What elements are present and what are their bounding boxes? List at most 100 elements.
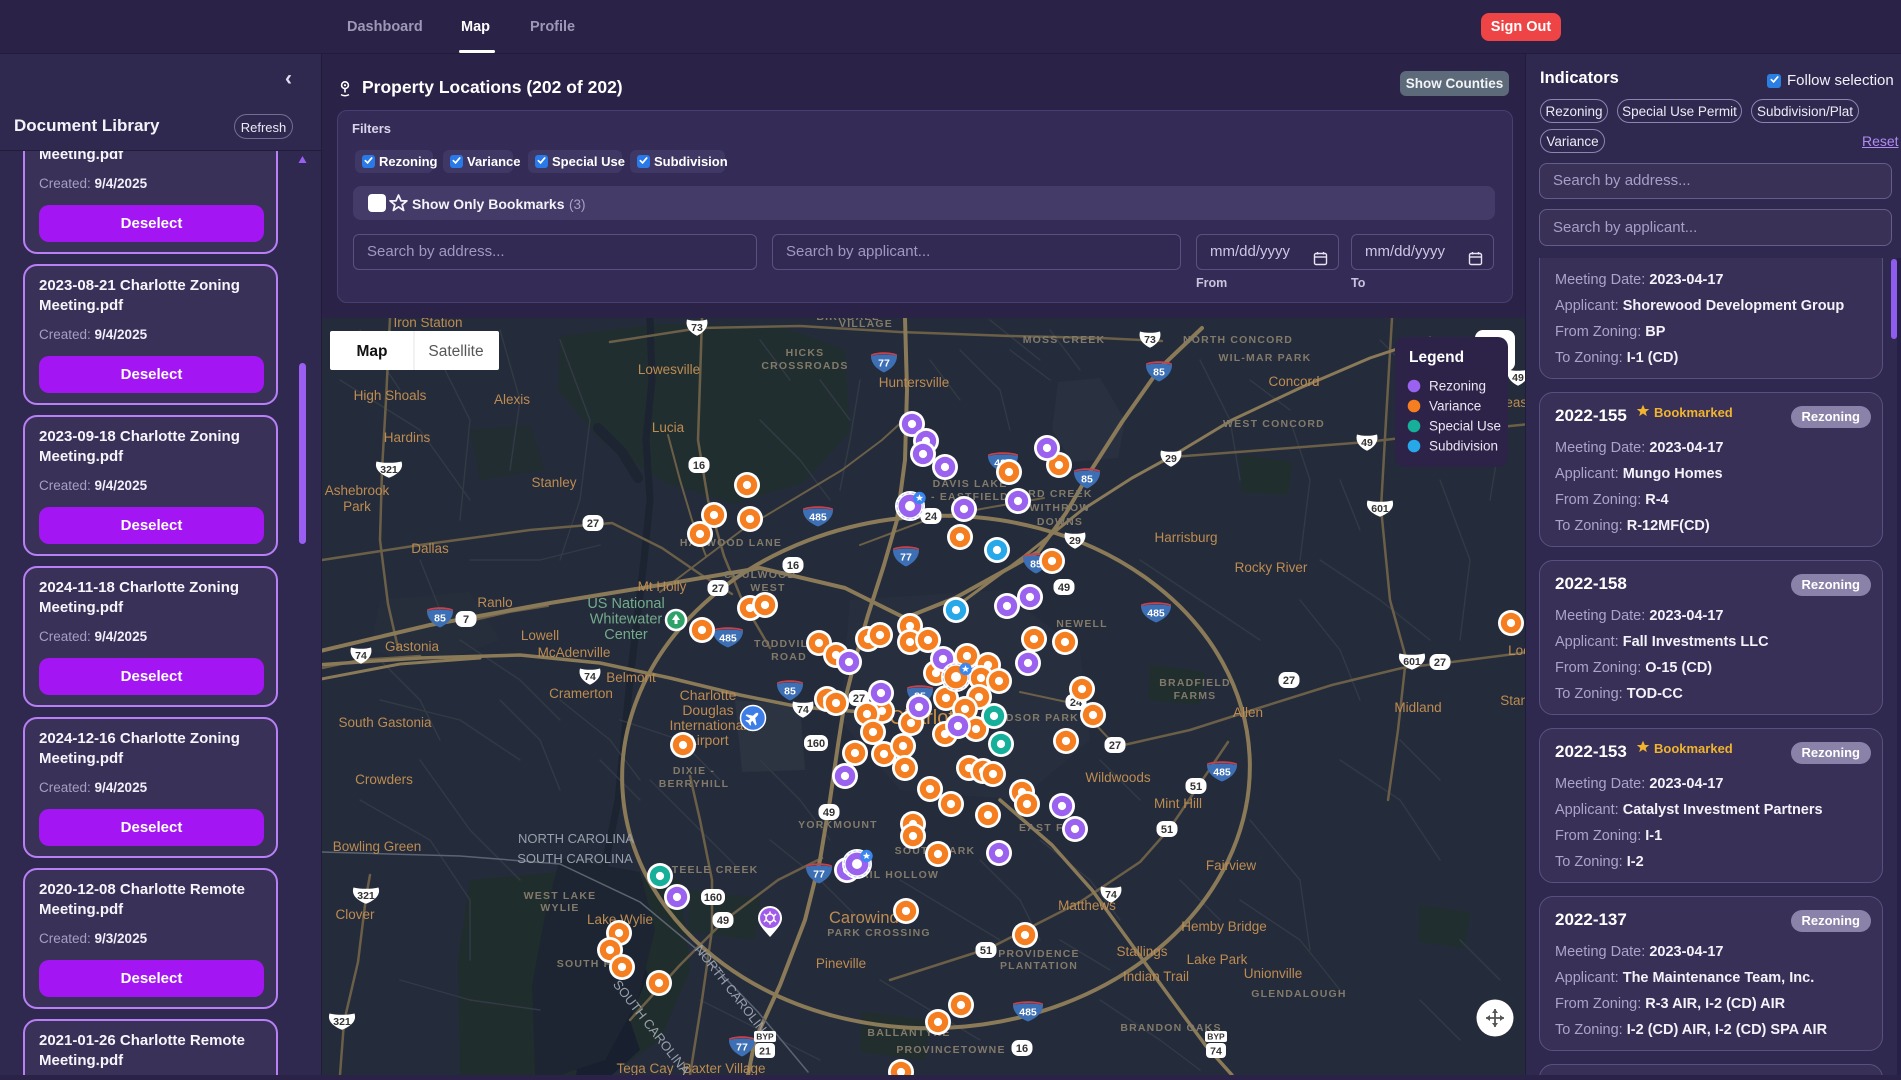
svg-text:Alexis: Alexis — [494, 392, 530, 407]
svg-text:PARK CROSSING: PARK CROSSING — [827, 927, 931, 939]
svg-text:Special Use: Special Use — [1429, 419, 1501, 434]
svg-text:29: 29 — [1165, 453, 1177, 465]
svg-text:BRADFIELD: BRADFIELD — [1159, 677, 1230, 689]
svg-text:49: 49 — [1512, 372, 1524, 384]
svg-text:74: 74 — [584, 671, 596, 683]
svg-text:85: 85 — [434, 613, 446, 625]
svg-text:Satellite: Satellite — [428, 343, 483, 360]
svg-text:Gastonia: Gastonia — [385, 639, 440, 654]
svg-text:Whitewater: Whitewater — [590, 612, 663, 628]
svg-text:Tega Cay: Tega Cay — [616, 1061, 673, 1075]
svg-text:AIL HOLLOW: AIL HOLLOW — [861, 869, 939, 881]
svg-text:STEELE CREEK: STEELE CREEK — [664, 864, 759, 876]
svg-text:WEST CONCORD: WEST CONCORD — [1223, 418, 1325, 430]
svg-text:McAdenville: McAdenville — [538, 645, 611, 660]
svg-text:77: 77 — [900, 552, 912, 564]
svg-text:73: 73 — [1144, 334, 1156, 346]
svg-text:Wildwoods: Wildwoods — [1085, 770, 1151, 785]
svg-text:High Shoals: High Shoals — [354, 388, 427, 403]
svg-text:27: 27 — [712, 583, 724, 595]
svg-text:Lake Park: Lake Park — [1187, 952, 1248, 967]
svg-text:Baxter Village: Baxter Village — [682, 1061, 765, 1075]
svg-text:Lowell: Lowell — [521, 628, 559, 643]
svg-text:Stallings: Stallings — [1116, 944, 1167, 959]
svg-text:77: 77 — [878, 358, 890, 370]
svg-text:Hardins: Hardins — [384, 430, 431, 445]
svg-text:49: 49 — [823, 807, 835, 819]
svg-text:85: 85 — [1081, 474, 1093, 486]
svg-text:Charlotte: Charlotte — [680, 687, 737, 703]
svg-text:Mt Holly: Mt Holly — [638, 579, 687, 594]
svg-text:WEST LAKE: WEST LAKE — [524, 890, 597, 902]
svg-text:29: 29 — [1069, 535, 1081, 547]
svg-text:WYLIE: WYLIE — [540, 902, 579, 914]
svg-text:21: 21 — [759, 1046, 771, 1058]
svg-text:Legend: Legend — [1409, 349, 1464, 366]
svg-text:49: 49 — [1058, 582, 1070, 594]
svg-text:NDSOR PARK: NDSOR PARK — [997, 712, 1079, 724]
svg-text:Cramerton: Cramerton — [549, 686, 613, 701]
svg-text:85: 85 — [784, 686, 796, 698]
svg-text:51: 51 — [1190, 781, 1202, 793]
svg-text:GLENDALOUGH: GLENDALOUGH — [1251, 988, 1346, 1000]
svg-text:Belmont: Belmont — [606, 670, 656, 685]
svg-text:Lucia: Lucia — [652, 420, 685, 435]
svg-text:Rezoning: Rezoning — [1429, 379, 1486, 394]
svg-text:Huntersville: Huntersville — [879, 375, 950, 390]
svg-text:SOUTH CAROLINA: SOUTH CAROLINA — [517, 851, 633, 866]
svg-text:NORTH CAROLINA: NORTH CAROLINA — [518, 831, 634, 846]
svg-text:321: 321 — [333, 1016, 351, 1028]
svg-text:FARMS: FARMS — [1174, 690, 1217, 702]
svg-text:7: 7 — [463, 614, 469, 626]
svg-text:Midland: Midland — [1394, 700, 1441, 715]
svg-text:BIRKDALL: BIRKDALL — [816, 318, 879, 323]
svg-text:321: 321 — [357, 890, 375, 902]
svg-text:27: 27 — [1109, 740, 1121, 752]
svg-text:South Gastonia: South Gastonia — [338, 715, 432, 730]
svg-text:CROSSROADS: CROSSROADS — [761, 360, 848, 372]
svg-text:16: 16 — [693, 460, 705, 472]
svg-text:Allen: Allen — [1233, 705, 1263, 720]
svg-text:77: 77 — [736, 1042, 748, 1054]
svg-text:International: International — [669, 717, 746, 733]
svg-text:Pineville: Pineville — [816, 956, 866, 971]
svg-text:Concord: Concord — [1268, 374, 1319, 389]
svg-text:easa: easa — [1505, 395, 1525, 410]
svg-text:Unionville: Unionville — [1244, 966, 1303, 981]
svg-text:51: 51 — [1161, 824, 1173, 836]
svg-text:Crowders: Crowders — [355, 772, 413, 787]
svg-text:HICKS: HICKS — [786, 347, 825, 359]
svg-text:485: 485 — [1213, 767, 1231, 779]
svg-text:Mint Hill: Mint Hill — [1154, 796, 1202, 811]
svg-text:485: 485 — [1019, 1007, 1037, 1019]
svg-text:16: 16 — [787, 560, 799, 572]
svg-text:49: 49 — [1361, 437, 1373, 449]
svg-text:Center: Center — [604, 627, 648, 643]
svg-text:485: 485 — [809, 512, 827, 524]
svg-text:27: 27 — [587, 518, 599, 530]
svg-text:DOWNS: DOWNS — [1037, 516, 1083, 528]
svg-text:73: 73 — [691, 322, 703, 334]
svg-text:160: 160 — [704, 892, 722, 904]
svg-text:485: 485 — [1147, 608, 1165, 620]
svg-text:74: 74 — [797, 704, 809, 716]
svg-text:ROAD: ROAD — [771, 651, 807, 663]
svg-text:Loc: Loc — [1508, 643, 1525, 658]
svg-text:Dallas: Dallas — [411, 541, 449, 556]
svg-text:74: 74 — [1105, 889, 1117, 901]
svg-text:Fairview: Fairview — [1206, 858, 1257, 873]
svg-text:Bowling Green: Bowling Green — [333, 839, 422, 854]
svg-text:PROVIDENCE: PROVIDENCE — [998, 948, 1079, 960]
svg-text:PLANTATION: PLANTATION — [1000, 960, 1078, 972]
svg-text:601: 601 — [1371, 503, 1389, 515]
svg-text:321: 321 — [380, 464, 398, 476]
svg-text:24: 24 — [925, 511, 938, 523]
svg-text:27: 27 — [1283, 675, 1295, 687]
svg-text:BYP: BYP — [756, 1032, 774, 1042]
svg-text:US National: US National — [587, 596, 664, 612]
svg-text:Map: Map — [357, 343, 388, 360]
svg-text:NEWELL: NEWELL — [1056, 618, 1108, 630]
svg-text:BERRYHILL: BERRYHILL — [659, 778, 730, 790]
svg-text:77: 77 — [813, 869, 825, 881]
svg-text:Variance: Variance — [1429, 399, 1481, 414]
